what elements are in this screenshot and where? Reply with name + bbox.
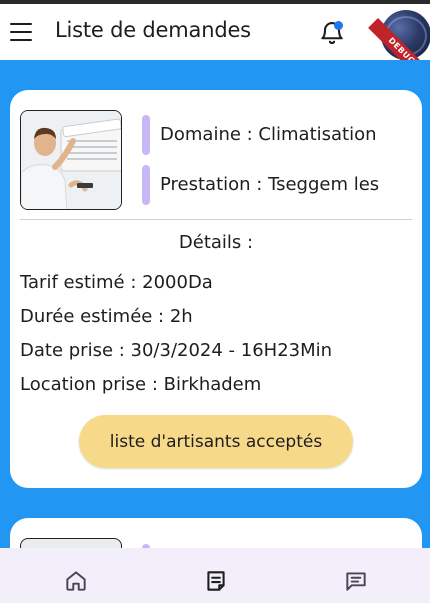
home-icon[interactable] <box>63 568 89 594</box>
requests-icon[interactable] <box>203 568 229 594</box>
chat-icon[interactable] <box>343 568 369 594</box>
accent-bar <box>142 115 150 155</box>
hamburger-menu-icon[interactable] <box>8 20 34 44</box>
app-bar: Liste de demandes DEBUG <box>0 4 430 85</box>
request-location: Location prise : Birkhadem <box>20 374 262 395</box>
notification-dot <box>334 21 343 30</box>
request-card: Domaine : Climatisation Prestation : Tse… <box>10 90 422 488</box>
accent-bar <box>142 165 150 205</box>
request-list[interactable]: Domaine : Climatisation Prestation : Tse… <box>0 60 430 548</box>
service-thumbnail <box>20 110 122 210</box>
details-heading: Détails : <box>178 232 254 253</box>
divider <box>20 219 412 220</box>
bottom-navigation <box>0 548 430 603</box>
service-row: Prestation : Tseggem les <box>142 165 392 205</box>
request-date: Date prise : 30/3/2024 - 16H23Min <box>20 340 333 361</box>
domain-label: Domaine : Climatisation <box>160 124 377 145</box>
estimated-tariff: Tarif estimé : 2000Da <box>20 272 213 293</box>
accepted-artisans-button[interactable]: liste d'artisants acceptés <box>79 415 353 468</box>
service-thumbnail <box>20 538 122 548</box>
page-title: Liste de demandes <box>55 18 251 42</box>
request-card <box>10 518 422 548</box>
estimated-duration: Durée estimée : 2h <box>20 306 193 327</box>
service-label: Prestation : Tseggem les <box>160 174 380 195</box>
